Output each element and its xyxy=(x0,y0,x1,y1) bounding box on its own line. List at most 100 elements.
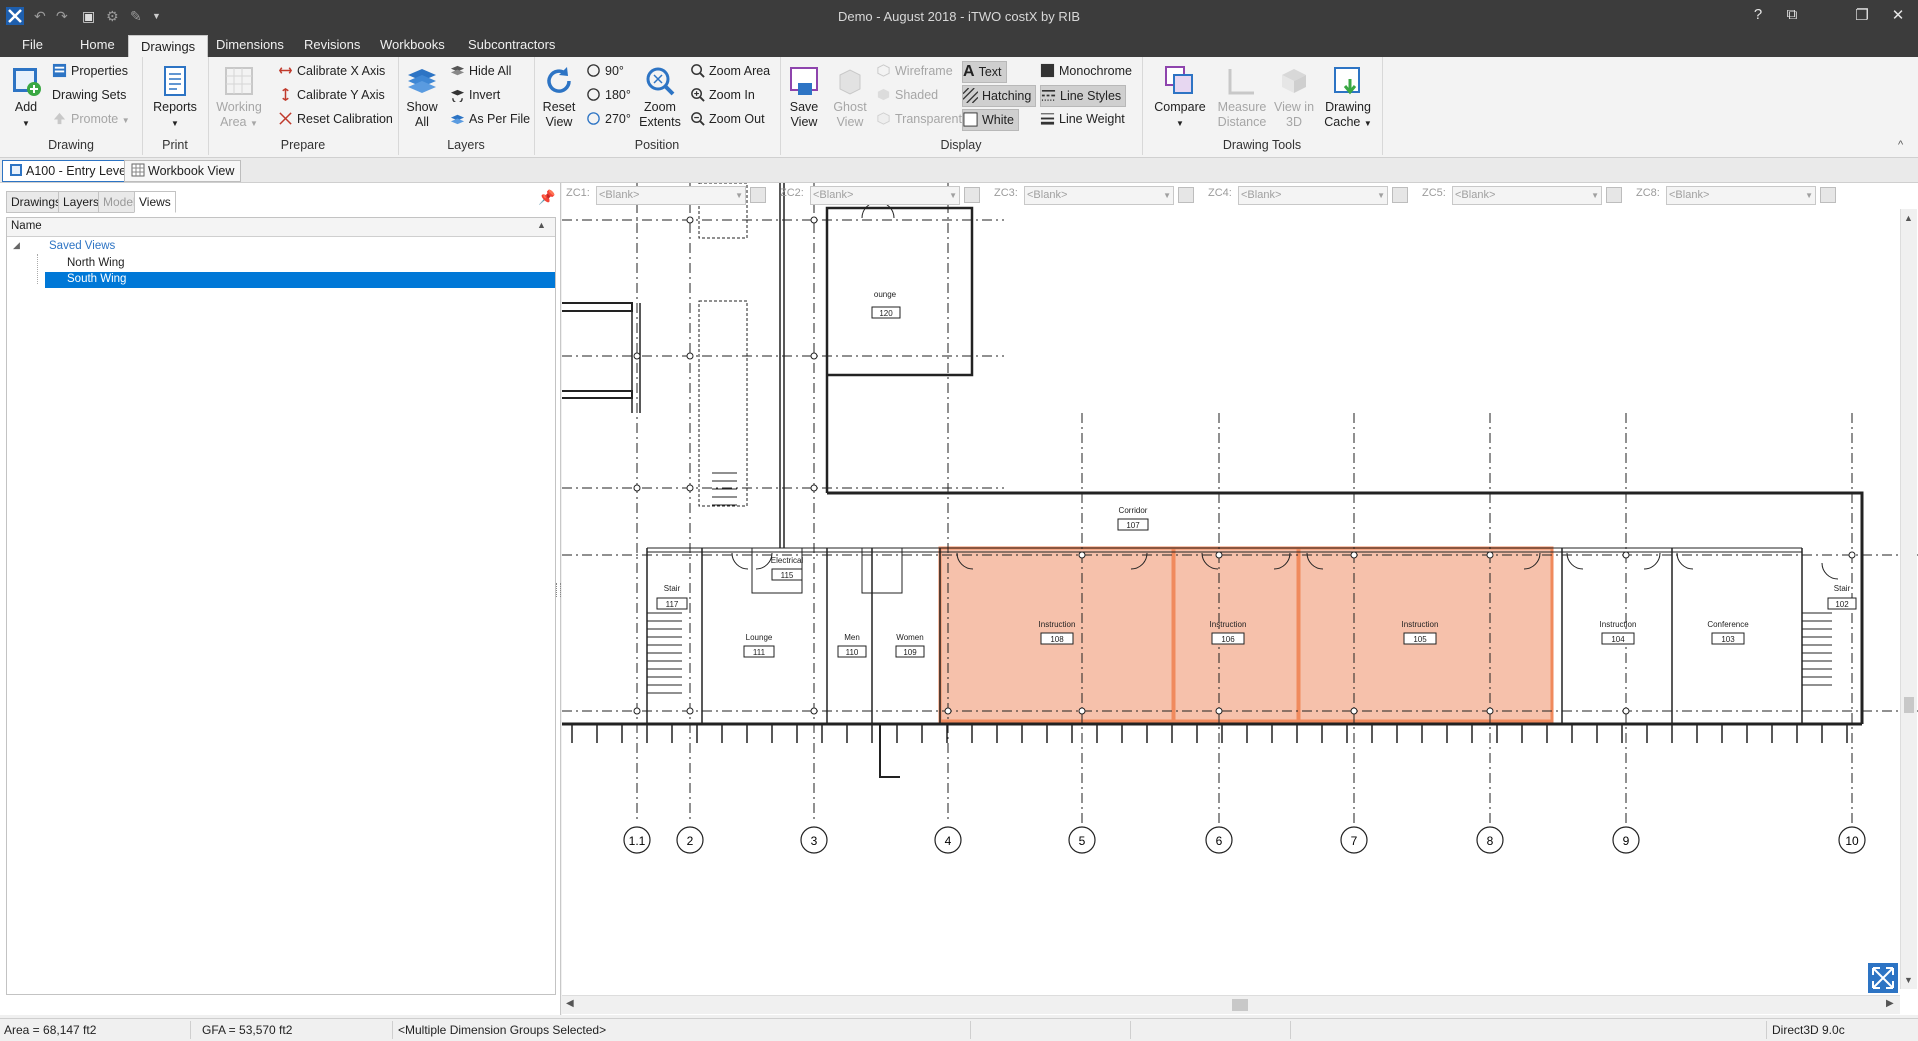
tree-item-selected[interactable]: South Wing xyxy=(45,272,555,288)
transparent-button[interactable]: Transparent xyxy=(876,109,962,129)
tab-subcontractors[interactable]: Subcontractors xyxy=(468,37,555,52)
splitter-handle[interactable] xyxy=(556,583,561,597)
properties-button[interactable]: Properties xyxy=(52,61,128,81)
zc3-select[interactable]: <Blank> ▼ xyxy=(1024,186,1174,205)
rotate-180-button[interactable]: 180° xyxy=(586,85,631,105)
calibrate-y-button[interactable]: Calibrate Y Axis xyxy=(278,85,385,105)
drawing-doc-icon xyxy=(10,164,22,176)
pin-panel-icon[interactable]: 📌 xyxy=(538,189,555,206)
ribbon-group-prepare: Working Area ▼ Calibrate X Axis Calibrat… xyxy=(208,57,399,155)
horizontal-scrollbar[interactable]: ◀ ▶ xyxy=(562,995,1900,1014)
wireframe-button[interactable]: Wireframe xyxy=(876,61,953,81)
drawing-sets-button[interactable]: Drawing Sets xyxy=(52,85,126,105)
ribbon: Add ▼ Properties Drawing Sets Promote ▼ D… xyxy=(0,57,1918,158)
tree-root-saved-views[interactable]: Saved Views xyxy=(49,240,115,252)
zc8-select[interactable]: <Blank> ▼ xyxy=(1666,186,1816,205)
measure-distance-button[interactable]: Measure Distance xyxy=(1216,65,1268,130)
doc-tab-drawing[interactable]: A100 - Entry Level xyxy=(2,160,136,182)
room-name-electrical: Electrical xyxy=(771,556,804,565)
zc2-filter-button[interactable] xyxy=(964,187,980,203)
floor-plan-svg[interactable]: ounge 120 Corridor 107 Stair 117 Electri… xyxy=(562,183,1918,1015)
zc5-select[interactable]: <Blank> ▼ xyxy=(1452,186,1602,205)
tab-drawings[interactable]: Drawings xyxy=(128,35,209,59)
zc1-select[interactable]: <Blank> ▼ xyxy=(596,186,746,205)
vertical-scrollbar[interactable]: ▲ ▼ xyxy=(1900,209,1917,989)
vertical-scroll-thumb[interactable] xyxy=(1904,697,1914,713)
panel-toggle-button[interactable]: ⧉ xyxy=(1782,6,1802,23)
zc5-value: <Blank> xyxy=(1455,189,1496,201)
help-button[interactable]: ? xyxy=(1748,6,1768,23)
tree-item-north-wing[interactable]: North Wing xyxy=(67,257,125,269)
zc2-select[interactable]: <Blank> ▼ xyxy=(810,186,960,205)
text-toggle-label: Text xyxy=(978,65,1002,79)
promote-button[interactable]: Promote ▼ xyxy=(52,109,130,129)
horizontal-scroll-thumb[interactable] xyxy=(1232,999,1248,1011)
ghost-view-button[interactable]: Ghost View xyxy=(828,65,872,130)
scroll-down-icon[interactable]: ▼ xyxy=(1904,975,1913,985)
tab-dimensions[interactable]: Dimensions xyxy=(216,37,284,52)
save-view-button[interactable]: Save View xyxy=(784,65,824,130)
rotate-90-button[interactable]: 90° xyxy=(586,61,624,81)
white-toggle[interactable]: White xyxy=(962,109,1019,131)
tab-file[interactable]: File xyxy=(22,37,43,52)
window-title: Demo - August 2018 - iTWO costX by RIB xyxy=(837,9,1081,24)
reset-view-button[interactable]: Reset View xyxy=(538,65,580,130)
hide-all-button[interactable]: Hide All xyxy=(450,61,511,81)
tab-home[interactable]: Home xyxy=(80,37,115,52)
as-per-file-button[interactable]: As Per File xyxy=(450,109,530,129)
zoom-extents-corner-icon[interactable] xyxy=(1868,963,1898,993)
add-button[interactable]: Add ▼ xyxy=(6,65,46,131)
scroll-right-icon[interactable]: ▶ xyxy=(1886,998,1894,1009)
group-label-display: Display xyxy=(940,138,982,152)
text-toggle[interactable]: A Text xyxy=(962,61,1007,83)
drawing-canvas[interactable]: ounge 120 Corridor 107 Stair 117 Electri… xyxy=(562,183,1918,1015)
scroll-left-icon[interactable]: ◀ xyxy=(566,998,574,1009)
restore-button[interactable]: ❐ xyxy=(1852,6,1872,24)
zoom-in-button[interactable]: Zoom In xyxy=(690,85,755,105)
shaded-button[interactable]: Shaded xyxy=(876,85,938,105)
show-all-button[interactable]: Show All xyxy=(402,65,442,130)
calibrate-y-icon xyxy=(282,87,289,102)
zc5-filter-button[interactable] xyxy=(1606,187,1622,203)
rotate-90-label: 90° xyxy=(605,64,624,78)
scroll-up-icon[interactable]: ▲ xyxy=(1904,213,1913,223)
doc-tab-workbook[interactable]: Workbook View xyxy=(124,160,242,182)
invert-button[interactable]: Invert xyxy=(450,85,500,105)
working-area-button[interactable]: Working Area ▼ xyxy=(212,65,266,131)
line-styles-toggle[interactable]: Line Styles xyxy=(1040,85,1127,107)
zc3-value: <Blank> xyxy=(1027,189,1068,201)
zc4-select[interactable]: <Blank> ▼ xyxy=(1238,186,1388,205)
reset-calibration-label: Reset Calibration xyxy=(297,112,393,126)
zc4-filter-button[interactable] xyxy=(1392,187,1408,203)
panel-tab-drawings[interactable]: Drawings xyxy=(6,191,67,213)
compare-button[interactable]: Compare ▼ xyxy=(1154,65,1206,131)
panel-tab-views[interactable]: Views xyxy=(134,191,176,213)
zc8-filter-button[interactable] xyxy=(1820,187,1836,203)
sort-arrow-icon[interactable]: ▲ xyxy=(537,220,546,230)
rotate-270-button[interactable]: 270° xyxy=(586,109,631,129)
reset-calibration-button[interactable]: Reset Calibration xyxy=(278,109,393,129)
close-button[interactable]: ✕ xyxy=(1888,6,1908,24)
tab-revisions[interactable]: Revisions xyxy=(304,37,360,52)
zc1-filter-button[interactable] xyxy=(750,187,766,203)
reports-button[interactable]: Reports ▼ xyxy=(148,65,202,131)
zoom-out-button[interactable]: Zoom Out xyxy=(690,109,765,129)
drawing-cache-button[interactable]: Drawing Cache ▼ xyxy=(1320,65,1376,131)
zoom-area-button[interactable]: Zoom Area xyxy=(690,61,770,81)
zc3-filter-button[interactable] xyxy=(1178,187,1194,203)
monochrome-button[interactable]: Monochrome xyxy=(1040,61,1132,81)
view-in-3d-button[interactable]: View in 3D xyxy=(1272,65,1316,130)
status-bar: Area = 68,147 ft2 GFA = 53,570 ft2 <Mult… xyxy=(0,1018,1918,1041)
as-per-file-icon xyxy=(450,114,465,125)
line-styles-label: Line Styles xyxy=(1060,89,1122,103)
hatching-toggle[interactable]: Hatching xyxy=(962,85,1037,107)
white-label: White xyxy=(982,113,1014,127)
doc-tab-drawing-label: A100 - Entry Level xyxy=(26,164,129,178)
line-weight-button[interactable]: Line Weight xyxy=(1040,109,1125,129)
collapse-ribbon-icon[interactable]: ^ xyxy=(1898,139,1903,151)
tab-workbooks[interactable]: Workbooks xyxy=(380,37,445,52)
zoom-extents-button[interactable]: Zoom Extents xyxy=(636,65,684,130)
tree-collapse-icon[interactable]: ◢ xyxy=(13,240,20,251)
column-header[interactable]: Name ▲ xyxy=(7,218,555,237)
calibrate-x-button[interactable]: Calibrate X Axis xyxy=(278,61,385,81)
